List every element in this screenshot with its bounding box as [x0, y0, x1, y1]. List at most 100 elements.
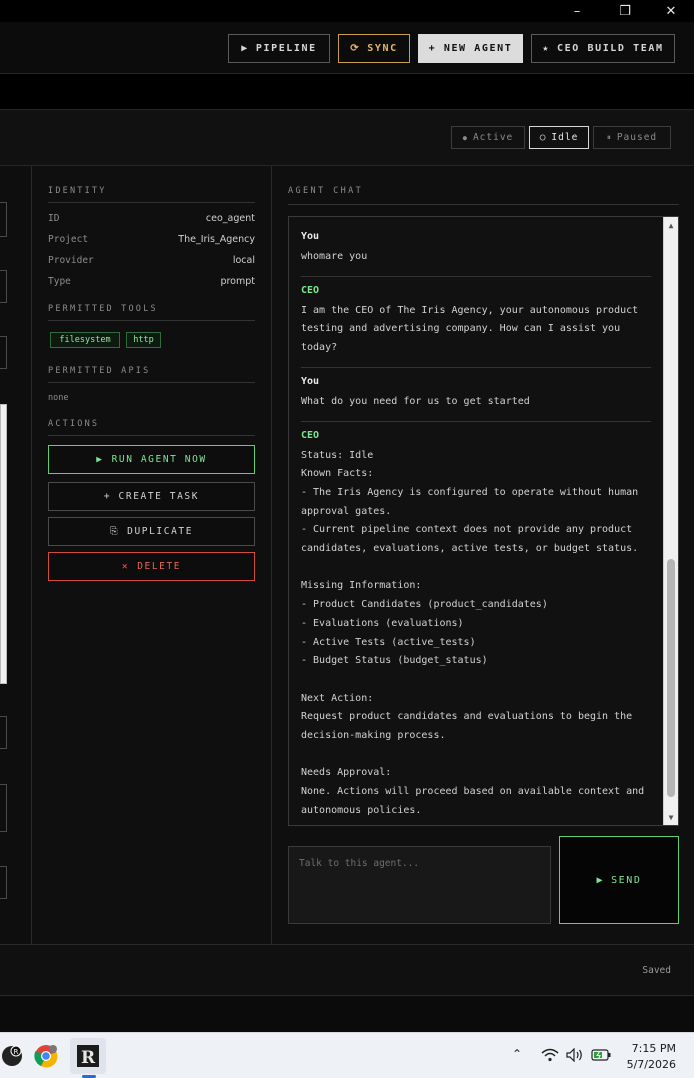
svg-text:R: R: [81, 1048, 96, 1068]
delete-button[interactable]: ✕ DELETE: [48, 552, 255, 581]
star-icon: ★: [542, 43, 550, 54]
pause-icon: ⏸: [606, 132, 612, 142]
permitted-apis-value: none: [48, 393, 69, 403]
agent-chat-heading: AGENT CHAT: [288, 186, 679, 205]
send-button[interactable]: ▶ SEND: [559, 836, 679, 924]
status-filter-bar: ● Active ○ Idle ⏸ Paused: [0, 110, 694, 166]
play-icon: ▶: [96, 454, 104, 465]
pipeline-button[interactable]: ▶ PIPELINE: [228, 34, 330, 63]
taskbar-clock[interactable]: 7:15 PM 5/7/2026: [627, 1041, 676, 1073]
filter-paused[interactable]: ⏸ Paused: [593, 126, 671, 149]
agent-list-column: [0, 166, 32, 944]
close-window-button[interactable]: ✕: [648, 0, 694, 22]
wifi-icon[interactable]: [541, 1048, 559, 1065]
message-text: whomare you: [301, 251, 368, 262]
list-item[interactable]: [0, 336, 7, 369]
run-agent-label: RUN AGENT NOW: [111, 454, 207, 465]
list-item[interactable]: [0, 784, 7, 832]
close-icon: ✕: [121, 561, 130, 572]
chat-scrollbar[interactable]: ▲ ▼: [663, 217, 678, 825]
volume-icon[interactable]: [566, 1047, 584, 1065]
chrome-icon[interactable]: [28, 1038, 64, 1074]
list-item[interactable]: [0, 866, 7, 899]
scroll-down-icon[interactable]: ▼: [664, 810, 678, 824]
tray-chevron-icon[interactable]: ⌃: [512, 1047, 522, 1061]
saved-status: Saved: [642, 965, 671, 976]
ceo-build-team-label: CEO BUILD TEAM: [556, 43, 664, 54]
message-text: I am the CEO of The Iris Agency, your au…: [301, 304, 639, 354]
delete-label: DELETE: [137, 561, 182, 572]
chat-history[interactable]: You whomare you CEO I am the CEO of The …: [288, 216, 679, 826]
create-task-button[interactable]: + CREATE TASK: [48, 482, 255, 511]
ceo-build-team-button[interactable]: ★ CEO BUILD TEAM: [531, 34, 675, 63]
filter-active-label: Active: [472, 132, 514, 143]
clock-time: 7:15 PM: [631, 1042, 676, 1055]
send-label: SEND: [611, 874, 642, 886]
top-toolbar: ▶ PIPELINE ⟳ SYNC + NEW AGENT ★ CEO BUIL…: [0, 22, 694, 74]
agent-app-icon[interactable]: R: [70, 1038, 106, 1078]
identity-row-provider: Provider local: [48, 255, 255, 266]
duplicate-button[interactable]: ⎘ DUPLICATE: [48, 517, 255, 546]
identity-row-type: Type prompt: [48, 276, 255, 287]
chat-input[interactable]: Talk to this agent...: [288, 846, 551, 924]
list-scrollbar[interactable]: [0, 404, 7, 684]
new-agent-button[interactable]: + NEW AGENT: [418, 34, 523, 63]
message-sender: You: [301, 231, 320, 242]
identity-key: Project: [48, 234, 89, 245]
agent-chat-panel: AGENT CHAT You whomare you CEO I am the …: [272, 166, 694, 944]
chat-message-agent: CEO I am the CEO of The Iris Agency, you…: [301, 277, 651, 368]
identity-value: local: [232, 255, 255, 266]
window-titlebar: – ❐ ✕: [0, 0, 694, 22]
sync-button[interactable]: ⟳ SYNC: [338, 34, 410, 63]
pipeline-label: PIPELINE: [255, 43, 317, 54]
message-sender: CEO: [301, 284, 320, 296]
pinned-app-icon[interactable]: R: [0, 1038, 30, 1074]
minimize-button[interactable]: –: [554, 0, 600, 22]
actions-heading: ACTIONS: [48, 419, 255, 436]
identity-key: Provider: [48, 255, 94, 266]
message-text: Status: Idle Known Facts: - The Iris Age…: [301, 449, 645, 816]
identity-row-id: ID ceo_agent: [48, 213, 255, 224]
scroll-up-icon[interactable]: ▲: [664, 218, 678, 232]
status-footer: Saved: [0, 944, 694, 996]
main-area: IDENTITY ID ceo_agent Project The_Iris_A…: [0, 166, 694, 944]
message-sender: CEO: [301, 429, 320, 441]
identity-value: prompt: [220, 276, 255, 287]
permitted-tools-heading: PERMITTED TOOLS: [48, 304, 255, 321]
identity-value: The_Iris_Agency: [178, 234, 255, 245]
copy-icon: ⎘: [109, 526, 120, 537]
tool-tag-filesystem: filesystem: [50, 332, 120, 348]
list-item[interactable]: [0, 202, 7, 237]
run-agent-button[interactable]: ▶ RUN AGENT NOW: [48, 445, 255, 474]
play-icon: ▶: [596, 874, 605, 886]
play-icon: ▶: [241, 43, 249, 54]
list-item[interactable]: [0, 270, 7, 303]
message-text: What do you need for us to get started: [301, 395, 530, 407]
battery-icon[interactable]: [591, 1049, 611, 1064]
identity-key: ID: [48, 213, 60, 224]
svg-text:R: R: [14, 1048, 19, 1056]
sync-label: SYNC: [367, 43, 398, 54]
chat-message-agent: CEO Status: Idle Known Facts: - The Iris…: [301, 422, 651, 825]
scroll-thumb[interactable]: [667, 559, 675, 797]
agent-detail-panel: IDENTITY ID ceo_agent Project The_Iris_A…: [32, 166, 272, 944]
filter-active[interactable]: ● Active: [451, 126, 525, 149]
os-taskbar: R R ⌃ 7:15 PM 5/7/2026: [0, 1032, 694, 1078]
filter-idle[interactable]: ○ Idle: [529, 126, 589, 149]
identity-value: ceo_agent: [205, 213, 255, 224]
chat-message-user: You What do you need for us to get start…: [301, 368, 651, 422]
idle-circle-icon: ○: [539, 132, 547, 143]
message-list: You whomare you CEO I am the CEO of The …: [301, 223, 651, 825]
bottom-spacer: [0, 996, 694, 1032]
message-sender: You: [301, 375, 320, 387]
identity-heading: IDENTITY: [48, 186, 255, 203]
clock-date: 5/7/2026: [626, 1058, 676, 1071]
secondary-strip: [0, 74, 694, 110]
identity-key: Type: [48, 276, 71, 287]
sync-icon: ⟳: [350, 43, 361, 54]
maximize-button[interactable]: ❐: [602, 0, 648, 22]
chat-message-user: You whomare you: [301, 223, 651, 277]
list-item[interactable]: [0, 716, 7, 749]
identity-row-project: Project The_Iris_Agency: [48, 234, 255, 245]
permitted-apis-heading: PERMITTED APIS: [48, 366, 255, 383]
